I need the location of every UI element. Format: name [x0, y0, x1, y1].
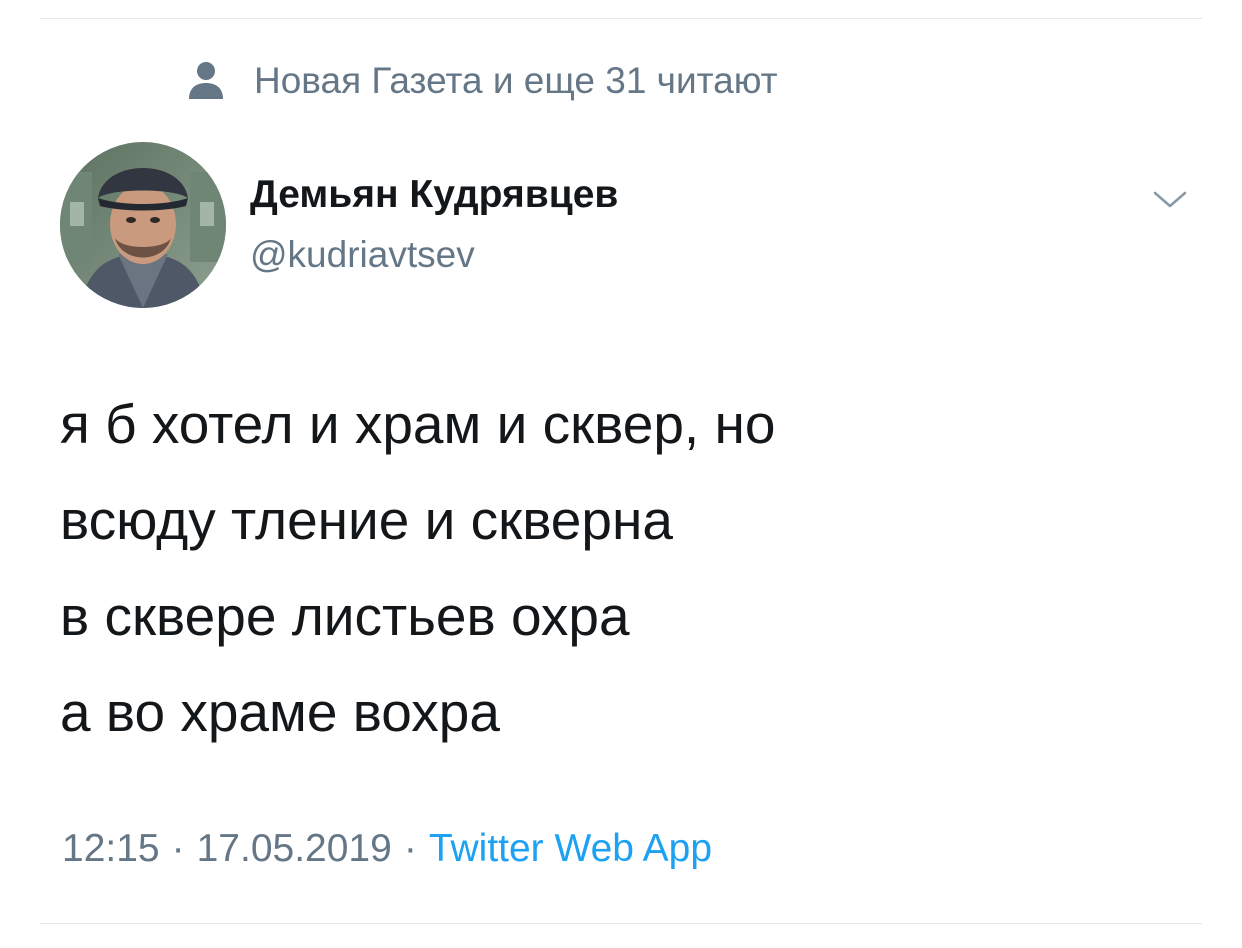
tweet-text: я б хотел и храм и сквер, но всюду тлени…	[60, 376, 1180, 760]
tweet-line: а во храме вохра	[60, 681, 500, 743]
tweet-date[interactable]: 17.05.2019	[197, 827, 392, 871]
author-name[interactable]: Демьян Кудрявцев	[250, 170, 618, 220]
tweet-line: в сквере листьев охра	[60, 585, 630, 647]
tweet-line: я б хотел и храм и сквер, но	[60, 393, 776, 455]
person-icon	[189, 62, 223, 99]
avatar[interactable]	[60, 142, 226, 308]
author-handle[interactable]: @kudriavtsev	[250, 230, 475, 280]
meta-separator: ·	[403, 827, 417, 870]
bottom-divider	[40, 923, 1202, 924]
social-context[interactable]: Новая Газета и еще 31 читают	[188, 56, 778, 106]
tweet-time[interactable]: 12:15	[62, 827, 160, 871]
tweet-line: всюду тление и скверна	[60, 489, 673, 551]
avatar-photo	[60, 142, 226, 308]
top-divider	[40, 18, 1202, 19]
meta-separator: ·	[171, 827, 185, 870]
chevron-down-icon[interactable]	[1148, 184, 1192, 214]
tweet-meta: 12:15 · 17.05.2019 · Twitter Web App	[62, 822, 712, 876]
tweet-source-link[interactable]: Twitter Web App	[429, 827, 712, 871]
social-context-label: Новая Газета и еще 31 читают	[254, 60, 778, 101]
